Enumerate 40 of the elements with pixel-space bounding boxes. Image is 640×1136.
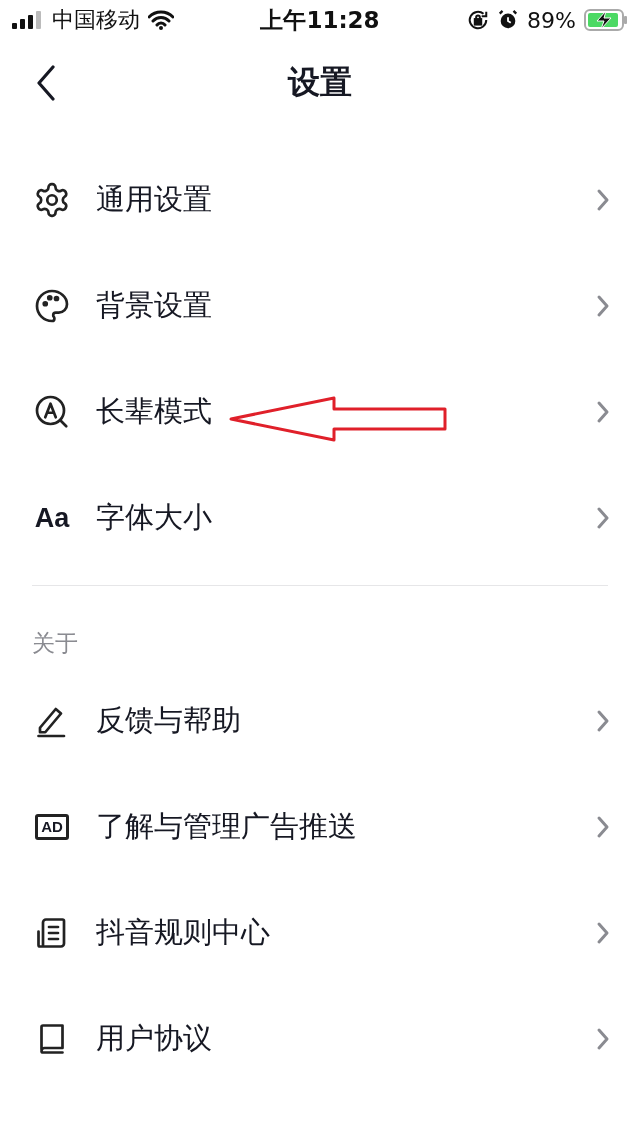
signal-icon <box>12 11 44 29</box>
battery-charging-icon <box>584 9 628 31</box>
rotation-lock-icon <box>467 9 490 31</box>
settings-row[interactable]: 长辈模式 <box>0 359 640 465</box>
chevron-right-icon <box>596 709 610 733</box>
chevron-left-icon <box>36 65 56 101</box>
font-size-icon: Aa <box>34 502 70 534</box>
ad-icon: AD <box>35 814 69 840</box>
row-label: 用户协议 <box>96 1020 212 1057</box>
chevron-right-icon <box>596 1027 610 1051</box>
row-label: 通用设置 <box>96 181 212 218</box>
row-label: 反馈与帮助 <box>96 702 241 739</box>
chevron-right-icon <box>596 400 610 424</box>
wifi-icon <box>148 10 174 30</box>
carrier-name: 中国移动 <box>52 6 140 34</box>
row-label: 长辈模式 <box>96 393 212 430</box>
letter-magnifier-icon <box>34 394 70 430</box>
row-label: 了解与管理广告推送 <box>96 808 357 845</box>
chevron-right-icon <box>596 188 610 212</box>
settings-icon <box>33 181 71 219</box>
page-title: 设置 <box>288 62 352 103</box>
settings-row[interactable]: 通用设置 <box>0 147 640 253</box>
palette-icon <box>34 288 70 324</box>
chevron-right-icon <box>596 506 610 530</box>
chevron-right-icon <box>596 294 610 318</box>
chevron-right-icon <box>596 921 610 945</box>
battery-percent: 89% <box>527 7 576 33</box>
alarm-icon <box>497 9 520 31</box>
settings-row[interactable]: 反馈与帮助 <box>0 668 640 774</box>
row-label: 字体大小 <box>96 499 212 536</box>
settings-row[interactable]: 背景设置 <box>0 253 640 359</box>
settings-row[interactable]: Aa 字体大小 <box>0 465 640 571</box>
settings-row[interactable]: 抖音规则中心 <box>0 880 640 986</box>
section-header: 关于 <box>31 629 79 658</box>
settings-row[interactable]: 用户协议 <box>0 986 640 1092</box>
chevron-right-icon <box>596 815 610 839</box>
status-time: 上午11:28 <box>260 5 380 35</box>
row-label: 抖音规则中心 <box>96 914 270 951</box>
settings-row[interactable]: AD 了解与管理广告推送 <box>0 774 640 880</box>
row-label: 背景设置 <box>96 287 212 324</box>
